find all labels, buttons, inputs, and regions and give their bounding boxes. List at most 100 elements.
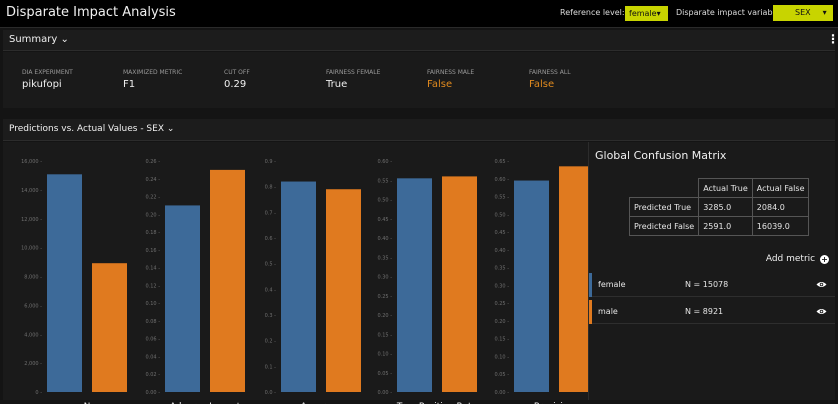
group-row-female[interactable]: female N = 15078 xyxy=(589,273,835,297)
tick-label: 2,000 - xyxy=(24,361,42,367)
stat-value: 0.29 xyxy=(224,79,247,90)
tick-label: 0.7 - xyxy=(265,210,277,216)
tick-label: 12,000 - xyxy=(21,217,42,223)
tick-label: 0.00 - xyxy=(145,390,160,396)
tick-label: 0.06 - xyxy=(145,337,160,343)
tick-label: 0.20 - xyxy=(145,212,160,218)
title-bar: Disparate Impact Analysis Reference leve… xyxy=(0,0,838,28)
stat-fairness-male: FAIRNESS MALE False xyxy=(427,69,474,90)
tick-label: 0.04 - xyxy=(145,354,160,360)
stat-value: F1 xyxy=(123,79,136,90)
confusion-matrix-title: Global Confusion Matrix xyxy=(595,149,727,162)
eye-icon[interactable] xyxy=(816,281,827,288)
tick-label: 0.10 - xyxy=(494,354,509,360)
stat-label: CUT OFF xyxy=(224,69,250,76)
tick-label: 0.1 - xyxy=(265,364,277,370)
add-metric-label: Add metric xyxy=(765,254,816,264)
stat-dia-experiment: DIA EXPERIMENT pikufopi xyxy=(22,69,73,90)
tick-label: 0.20 - xyxy=(494,319,509,325)
tick-label: 0.40 - xyxy=(377,236,392,242)
tick-label: 0.25 - xyxy=(377,294,392,300)
more-options-icon[interactable]: ⋮ xyxy=(827,32,838,46)
tick-label: 0.16 - xyxy=(145,248,160,254)
bar-male[interactable] xyxy=(92,263,127,392)
tick-label: 0.5 - xyxy=(265,262,277,268)
caret-down-icon: ▾ xyxy=(822,8,827,17)
summary-header[interactable]: Summary ⌄ ⋮ xyxy=(3,30,838,51)
tick-label: 0.40 - xyxy=(494,248,509,254)
group-count: N = 8921 xyxy=(685,307,724,316)
stat-value: False xyxy=(427,79,453,90)
bar-male[interactable] xyxy=(442,176,477,392)
tick-label: 0.08 - xyxy=(145,319,160,325)
tick-label: 0.45 - xyxy=(494,230,509,236)
bar-male[interactable] xyxy=(210,169,245,392)
tick-label: 0.50 - xyxy=(494,212,509,218)
plus-circle-icon: + xyxy=(820,255,829,264)
tick-label: 0.45 - xyxy=(377,217,392,223)
matrix-cell: 16039.0 xyxy=(751,216,810,236)
stat-label: MAXIMIZED METRIC xyxy=(123,69,183,76)
tick-label: 0.10 - xyxy=(145,301,160,307)
stat-label: FAIRNESS MALE xyxy=(427,69,475,76)
bar-male[interactable] xyxy=(326,189,361,392)
eye-icon[interactable] xyxy=(816,308,827,315)
tick-label: 0.50 - xyxy=(377,198,392,204)
tick-label: 0.65 - xyxy=(494,159,509,165)
tick-label: 0.60 - xyxy=(377,159,392,165)
tick-label: 16,000 - xyxy=(21,159,42,165)
tick-label: 0.0 - xyxy=(265,390,277,396)
tick-label: 0.3 - xyxy=(265,313,277,319)
group-name: male xyxy=(598,307,618,316)
chevron-down-icon: ⌄ xyxy=(60,34,69,45)
reference-level-label: Reference level: xyxy=(560,8,625,17)
tick-label: 6,000 - xyxy=(24,303,42,309)
tick-label: 8,000 - xyxy=(24,275,42,281)
col-header: Actual False xyxy=(751,178,810,198)
bar-female[interactable] xyxy=(281,181,316,392)
group-row-male[interactable]: male N = 8921 xyxy=(589,300,835,324)
app-title: Disparate Impact Analysis xyxy=(6,5,176,20)
group-color-swatch xyxy=(589,273,592,297)
tick-label: 0.05 - xyxy=(494,372,509,378)
tick-label: 0.20 - xyxy=(377,313,392,319)
add-metric-button[interactable]: Add metric + xyxy=(766,254,829,264)
tick-label: 0.30 - xyxy=(494,283,509,289)
matrix-cell: 2591.0 xyxy=(698,216,753,236)
stat-label: DIA EXPERIMENT xyxy=(22,69,73,76)
stat-label: FAIRNESS FEMALE xyxy=(326,69,381,76)
bar-female[interactable] xyxy=(514,180,549,392)
metric-charts: 0 - 2,000 - 4,000 - 6,000 - 8,000 - 10,000 - 1… xyxy=(3,142,588,404)
tick-label: 0.15 - xyxy=(377,332,392,338)
reference-level-select[interactable]: female▾ xyxy=(625,6,668,21)
tick-label: 0.12 - xyxy=(145,283,160,289)
tick-label: 0.00 - xyxy=(494,390,509,396)
tick-label: 0.35 - xyxy=(377,255,392,261)
bar-female[interactable] xyxy=(397,178,432,392)
tick-label: 0.2 - xyxy=(265,339,277,345)
row-header: Predicted True xyxy=(628,197,700,217)
tick-label: 0.26 - xyxy=(145,159,160,165)
bar-female[interactable] xyxy=(165,205,200,392)
matrix-cell: 2084.0 xyxy=(751,197,810,217)
tick-label: 0.18 - xyxy=(145,230,160,236)
tick-label: 0.8 - xyxy=(265,185,277,191)
tick-label: 0.24 - xyxy=(145,177,160,183)
tick-label: 4,000 - xyxy=(24,332,42,338)
summary-panel: DIA EXPERIMENT pikufopi MAXIMIZED METRIC… xyxy=(3,52,835,108)
dia-variable-select[interactable]: SEX ▾ xyxy=(773,5,833,21)
summary-title: Summary ⌄ xyxy=(9,34,69,45)
group-color-swatch xyxy=(589,300,592,324)
stat-cut-off: CUT OFF 0.29 xyxy=(224,69,250,90)
stat-maximized-metric: MAXIMIZED METRIC F1 xyxy=(123,69,182,90)
row-header: Predicted False xyxy=(628,216,700,236)
matrix-cell: 3285.0 xyxy=(698,197,753,217)
bar-female[interactable] xyxy=(47,174,82,392)
tick-label: 0 - xyxy=(35,390,42,396)
tick-label: 10,000 - xyxy=(21,246,42,252)
predictions-header[interactable]: Predictions vs. Actual Values - SEX ⌄ xyxy=(3,119,835,141)
tick-label: 0.55 - xyxy=(494,195,509,201)
bar-male[interactable] xyxy=(559,166,588,392)
dia-variable-label: Disparate impact variable: xyxy=(676,8,783,17)
group-count: N = 15078 xyxy=(685,280,729,289)
